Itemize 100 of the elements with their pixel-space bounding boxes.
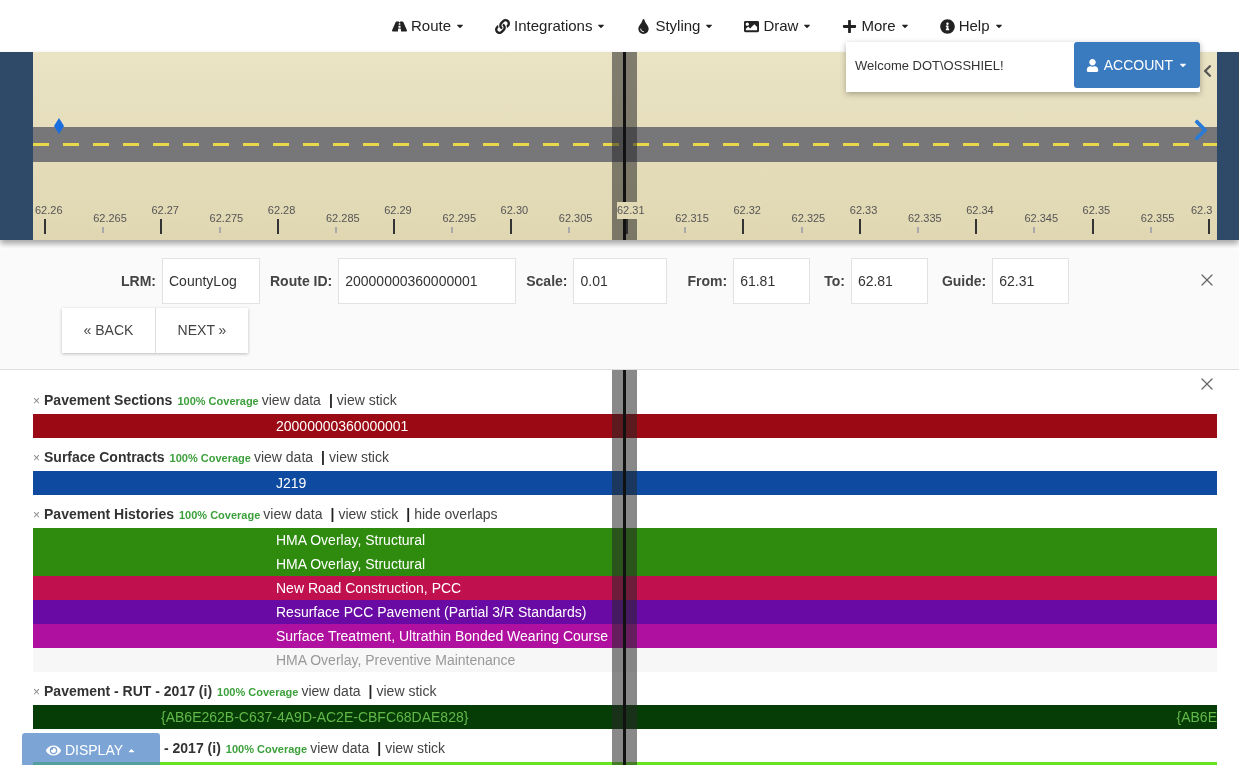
track-title: Surface Contracts	[44, 448, 165, 467]
track-bar[interactable]: HMA Overlay, Structural	[33, 552, 1217, 576]
coverage-label: 100% Coverage	[177, 394, 259, 409]
bar-label: New Road Construction, PCC	[276, 578, 462, 598]
track-bar[interactable]: HMA Overlay, Structural	[33, 528, 1217, 552]
coverage-label: 100% Coverage	[178, 508, 261, 523]
remove-icon[interactable]: ×	[33, 449, 40, 467]
bar-label: HMA Overlay, Structural	[276, 530, 426, 550]
track-link[interactable]: view stick	[336, 390, 397, 411]
marker-icon[interactable]	[54, 118, 64, 134]
track-bar[interactable]: Surface Treatment, Ultrathin Bonded Wearing Course	[33, 624, 1217, 648]
back-button[interactable]: « BACK	[62, 308, 155, 353]
tick-mark	[742, 217, 745, 234]
field-label: LRM:	[121, 271, 156, 291]
track-link[interactable]: view data	[261, 390, 321, 411]
bar-label: HMA Overlay, Structural	[276, 554, 426, 574]
input-field[interactable]: 61.81	[733, 258, 811, 304]
drop-icon	[636, 18, 652, 34]
menu-button[interactable]: Route	[392, 14, 466, 38]
user-icon	[1085, 58, 1099, 72]
track-bar[interactable]: New Road Construction, PCC	[33, 576, 1217, 600]
track-title: Pavement Sections	[44, 391, 173, 410]
welcome-text: Welcome DOT\OSSHIEL!	[855, 57, 1004, 75]
tick-mark	[1091, 217, 1094, 234]
track-bar[interactable]: {AB6E262B-C637-4A9D-AC2E-CBFC68DAE828} {AB6E	[33, 705, 1217, 729]
track-link[interactable]: view stick	[329, 447, 389, 468]
tick-mark	[451, 226, 454, 233]
coverage-label: 100% Coverage	[169, 451, 251, 466]
tick-mark	[567, 226, 570, 233]
track-link[interactable]: hide overlaps	[414, 504, 498, 525]
link-separator: |	[321, 448, 325, 467]
menu-button[interactable]: Draw	[744, 14, 813, 38]
link-separator: |	[330, 505, 335, 524]
link-separator: |	[406, 505, 411, 524]
next-button[interactable]: NEXT »	[155, 308, 248, 353]
tick-mark	[917, 226, 919, 233]
input-field[interactable]: 20000000360000001	[338, 258, 517, 304]
track-title: - 2017 (i)	[164, 739, 221, 758]
menu-button[interactable]: Styling	[636, 14, 715, 38]
track-link[interactable]: view stick	[338, 504, 399, 525]
track-link[interactable]: view data	[310, 738, 370, 759]
bar-label: {AB6E262B-C637-4A9D-AC2E-CBFC68DAE828}	[161, 707, 469, 727]
input-field[interactable]: 62.81	[850, 258, 928, 304]
track-bar[interactable]: J219	[33, 471, 1217, 495]
tick-mark	[218, 226, 221, 233]
track-title: Pavement Histories	[44, 505, 174, 524]
tick-mark	[975, 217, 978, 234]
link-separator: |	[368, 682, 373, 701]
field-label: Route ID:	[270, 271, 333, 291]
input-field[interactable]: 0.01	[573, 258, 668, 304]
link-separator: |	[377, 739, 382, 758]
menu-button[interactable]: Help	[939, 14, 1004, 38]
account-button[interactable]: ACCOUNT	[1073, 42, 1200, 88]
field-label: To:	[824, 271, 845, 291]
bar-label: Surface Treatment, Ultrathin Bonded Wearing Course	[276, 626, 609, 646]
track-bar[interactable]: 20000000360000001	[33, 414, 1217, 438]
picture-icon	[744, 18, 760, 34]
input-field[interactable]: CountyLog	[162, 258, 260, 304]
bar-label: J219	[276, 473, 307, 493]
tick-mark	[1033, 226, 1036, 233]
remove-icon[interactable]: ×	[33, 392, 40, 410]
tick-mark	[44, 217, 46, 234]
tick-mark	[858, 217, 861, 234]
menu-button[interactable]: Integrations	[495, 14, 607, 38]
track-bar[interactable]: Resurface PCC Pavement (Partial 3/R Standards)	[33, 600, 1217, 624]
bar-label: Resurface PCC Pavement (Partial 3/R Standards)	[276, 602, 587, 622]
field-label: From:	[687, 271, 728, 291]
input-field[interactable]: 62.31	[992, 258, 1070, 304]
tick-mark	[160, 217, 163, 234]
chevron-left-icon[interactable]	[1203, 64, 1212, 78]
link-separator: |	[328, 391, 333, 410]
tick-mark	[1208, 217, 1210, 234]
track-link[interactable]: view data	[253, 447, 314, 468]
tick-label: 62.31	[617, 202, 645, 219]
remove-icon[interactable]: ×	[33, 506, 40, 524]
tick-mark	[800, 226, 803, 233]
tick-mark	[684, 226, 687, 233]
track-title: Pavement - RUT - 2017 (i)	[44, 682, 213, 701]
bar-label: 20000000360000001	[276, 416, 409, 436]
bar-label: HMA Overlay, Preventive Maintenance	[276, 650, 516, 670]
tick-mark	[626, 217, 628, 234]
bar-label: {AB6E	[1176, 707, 1217, 727]
tick-mark	[1149, 226, 1152, 233]
track-link[interactable]: view stick	[385, 738, 446, 759]
field-label: Scale:	[526, 271, 568, 291]
tick-mark	[102, 226, 105, 233]
tick-mark	[509, 217, 512, 234]
info-icon	[939, 18, 955, 34]
coverage-label: 100% Coverage	[217, 685, 299, 700]
track-link[interactable]: view stick	[376, 681, 437, 702]
tick-mark	[335, 226, 337, 233]
track-link[interactable]: view data	[301, 681, 361, 702]
field-label: Guide:	[941, 271, 987, 291]
plus-icon	[842, 18, 858, 34]
tick-mark	[393, 217, 396, 234]
tick-mark	[276, 217, 279, 234]
menu-button[interactable]: More	[842, 14, 910, 38]
track-link[interactable]: view data	[263, 504, 323, 525]
remove-icon[interactable]: ×	[33, 683, 40, 701]
link-icon	[495, 18, 511, 34]
